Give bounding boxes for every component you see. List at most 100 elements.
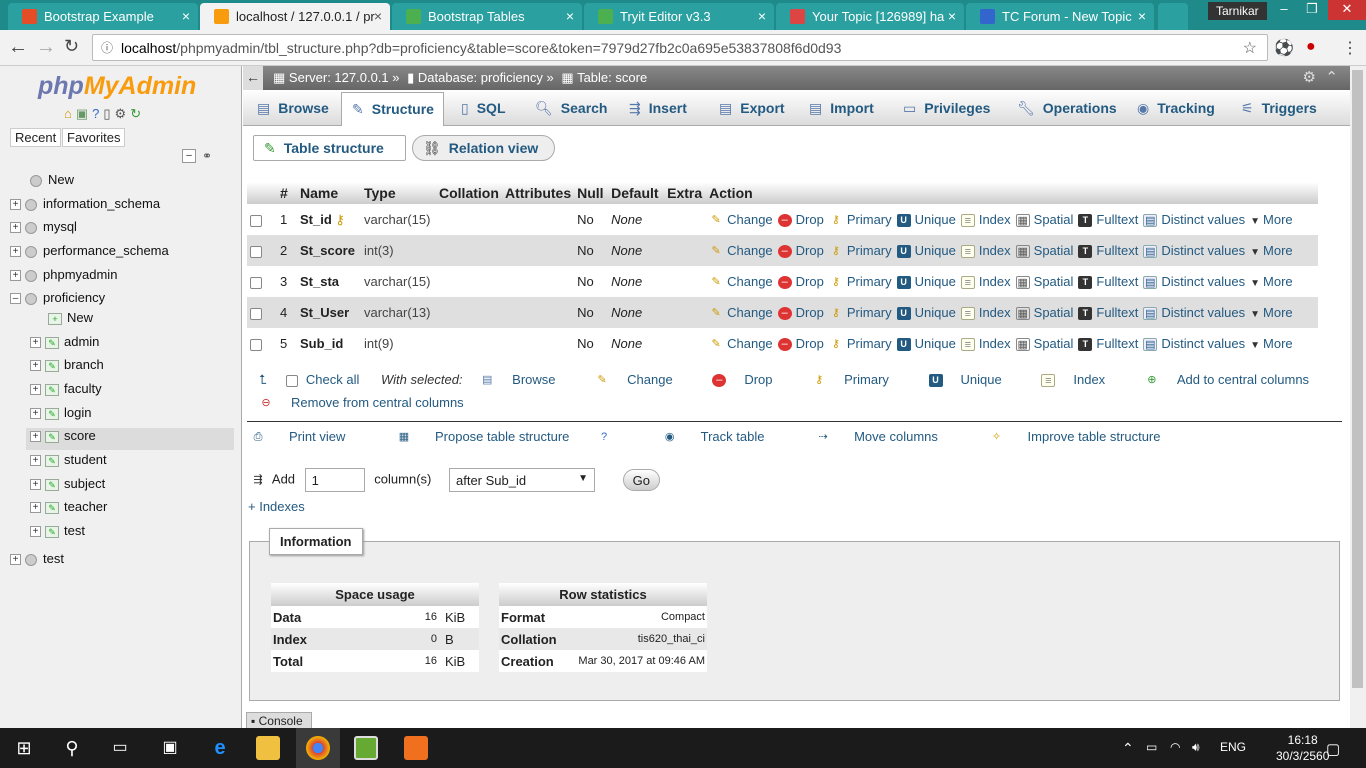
close-tab-icon[interactable]: ×: [948, 8, 956, 24]
tree-table-subject[interactable]: + ✎ subject: [30, 476, 105, 498]
column-name[interactable]: St_User: [300, 305, 349, 320]
expand-icon[interactable]: +: [30, 455, 41, 467]
improve-structure-link[interactable]: ✧ Improve table structure: [990, 429, 1185, 444]
bulk-add-central[interactable]: ⊕ Add to central columns: [1145, 372, 1327, 387]
expand-icon[interactable]: +: [10, 222, 21, 234]
action-spatial[interactable]: ▦ Spatial: [1015, 336, 1073, 352]
opera-extension-icon[interactable]: ●: [1306, 38, 1316, 56]
expand-icon[interactable]: +: [30, 479, 41, 491]
action-primary[interactable]: ⚷ Primary: [829, 274, 892, 289]
move-columns-link[interactable]: ⇢ Move columns: [816, 429, 962, 444]
favorites-button[interactable]: Favorites: [62, 128, 126, 147]
tree-db-proficiency[interactable]: – proficiency: [10, 290, 105, 312]
expand-icon[interactable]: +: [30, 337, 41, 349]
close-window-icon[interactable]: ✕: [1328, 0, 1366, 20]
browser-tab[interactable]: Tryit Editor v3.3 ×: [584, 3, 774, 30]
edge-icon[interactable]: e: [208, 736, 232, 760]
tab-import[interactable]: ▤ Import: [809, 96, 874, 126]
action-change[interactable]: ✎ Change: [709, 336, 773, 351]
action-fulltext[interactable]: T Fulltext: [1078, 336, 1138, 352]
row-checkbox[interactable]: [250, 245, 262, 258]
reload-icon[interactable]: ↻: [64, 36, 79, 57]
action-spatial[interactable]: ▦ Spatial: [1015, 212, 1073, 228]
row-checkbox[interactable]: [250, 276, 262, 289]
action-change[interactable]: ✎ Change: [709, 305, 773, 320]
print-view-link[interactable]: ⎙ Print view: [251, 429, 369, 444]
bulk-browse[interactable]: ▤ Browse: [480, 372, 573, 387]
tree-table-faculty[interactable]: + ✎ faculty: [30, 381, 102, 403]
back-icon[interactable]: ←: [8, 36, 28, 59]
forward-icon[interactable]: →: [36, 36, 56, 59]
new-tab-button[interactable]: [1158, 3, 1188, 30]
bulk-unique[interactable]: U Unique: [928, 372, 1020, 388]
volume-icon[interactable]: 🔊︎: [1192, 740, 1200, 755]
action-spatial[interactable]: ▦ Spatial: [1015, 243, 1073, 259]
action-index[interactable]: ≡ Index: [960, 336, 1011, 352]
action-more[interactable]: ▼ More: [1250, 212, 1293, 227]
restore-icon[interactable]: ❐: [1298, 0, 1326, 20]
collapse-top-icon[interactable]: ⌃: [1325, 68, 1338, 86]
tree-table-teacher[interactable]: + ✎ teacher: [30, 499, 107, 521]
clock[interactable]: 16:18 30/3/2560: [1276, 732, 1329, 764]
check-all-checkbox[interactable]: [286, 374, 299, 387]
action-drop[interactable]: – Drop: [777, 336, 824, 352]
row-checkbox[interactable]: [250, 338, 262, 351]
col-header-attributes[interactable]: Attributes: [502, 182, 575, 204]
help-icon[interactable]: ?: [92, 106, 103, 121]
tree-table-branch[interactable]: + ✎ branch: [30, 357, 104, 379]
propose-structure-link[interactable]: ▦ Propose table structure ?: [397, 429, 635, 444]
browser-tab[interactable]: TC Forum - New Topic ×: [966, 3, 1154, 30]
action-primary[interactable]: ⚷ Primary: [829, 305, 892, 320]
row-checkbox[interactable]: [250, 307, 262, 320]
wifi-icon[interactable]: ◠: [1170, 740, 1180, 754]
xampp-icon[interactable]: [404, 736, 428, 760]
battery-icon[interactable]: ▭: [1146, 740, 1157, 754]
tree-table-login[interactable]: + ✎ login: [30, 405, 91, 427]
bulk-remove-central[interactable]: ⊖ Remove from central columns: [259, 395, 482, 410]
action-drop[interactable]: – Drop: [777, 274, 824, 290]
action-drop[interactable]: – Drop: [777, 305, 824, 321]
action-change[interactable]: ✎ Change: [709, 212, 773, 227]
tab-browse[interactable]: ▤ Browse: [257, 96, 329, 126]
action-index[interactable]: ≡ Index: [960, 274, 1011, 290]
action-more[interactable]: ▼ More: [1250, 243, 1293, 258]
store-icon[interactable]: ▣: [158, 736, 182, 760]
tree-new-database[interactable]: New: [30, 172, 74, 194]
expand-icon[interactable]: +: [10, 270, 21, 282]
action-change[interactable]: ✎ Change: [709, 274, 773, 289]
action-index[interactable]: ≡ Index: [960, 243, 1011, 259]
docs-icon[interactable]: ▯: [103, 106, 114, 121]
action-distinct-values[interactable]: ▤ Distinct values: [1143, 243, 1245, 259]
info-icon[interactable]: ⓘ: [101, 39, 113, 56]
browser-tab[interactable]: Bootstrap Example ×: [8, 3, 198, 30]
windows-start-icon[interactable]: ⊞: [12, 736, 36, 760]
collapse-all-icon[interactable]: –: [182, 149, 196, 163]
tab-triggers[interactable]: ⚟ Triggers: [1241, 96, 1317, 126]
notepadpp-icon[interactable]: [354, 736, 378, 760]
home-icon[interactable]: ⌂: [64, 106, 76, 121]
link-icon[interactable]: ⚭: [202, 149, 212, 163]
action-unique[interactable]: U Unique: [896, 274, 956, 290]
subtab-table-structure[interactable]: ✎ Table structure: [253, 135, 406, 161]
action-drop[interactable]: – Drop: [777, 212, 824, 228]
action-primary[interactable]: ⚷ Primary: [829, 243, 892, 258]
column-count-input[interactable]: 1: [304, 468, 365, 492]
expand-icon[interactable]: +: [30, 384, 41, 396]
col-header-type[interactable]: Type: [361, 182, 436, 204]
column-name[interactable]: St_sta: [300, 274, 339, 289]
col-header-default[interactable]: Default: [608, 182, 665, 204]
close-tab-icon[interactable]: ×: [1138, 8, 1146, 24]
action-more[interactable]: ▼ More: [1250, 305, 1293, 320]
column-position-select[interactable]: after Sub_id ▼: [449, 468, 595, 492]
expand-icon[interactable]: +: [10, 554, 21, 566]
action-change[interactable]: ✎ Change: [709, 243, 773, 258]
action-spatial[interactable]: ▦ Spatial: [1015, 305, 1073, 321]
close-tab-icon[interactable]: ×: [374, 8, 382, 24]
menu-icon[interactable]: ⋮: [1342, 38, 1358, 58]
tab-sql[interactable]: ▯ SQL: [461, 96, 506, 126]
action-fulltext[interactable]: T Fulltext: [1078, 212, 1138, 228]
breadcrumb-server[interactable]: Server: 127.0.0.1 »: [289, 70, 400, 85]
tree-db-test[interactable]: + test: [10, 551, 64, 573]
action-spatial[interactable]: ▦ Spatial: [1015, 274, 1073, 290]
row-checkbox[interactable]: [250, 214, 262, 227]
